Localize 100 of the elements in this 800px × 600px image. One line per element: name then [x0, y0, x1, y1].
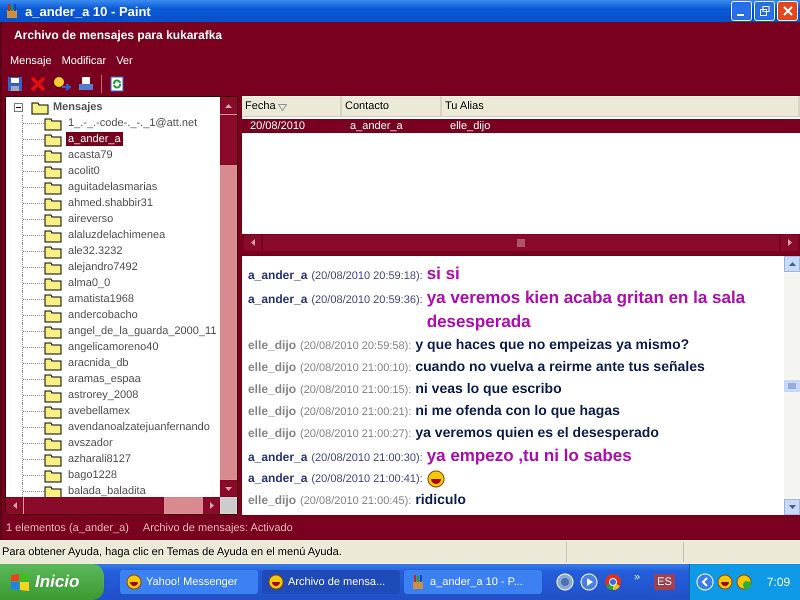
restore-button[interactable]	[754, 1, 775, 21]
table-cell-text: a_ander_a	[349, 120, 404, 132]
collapse-toggle[interactable]	[14, 102, 23, 112]
table-row[interactable]: 20/08/2010 a_ander_a elle_dijo	[242, 119, 800, 133]
scroll-thumb[interactable]	[220, 114, 237, 165]
minimize-icon	[737, 14, 744, 16]
chat-message: ni veas lo que escribo	[415, 379, 563, 398]
chat-sender: elle_dijo	[248, 425, 296, 442]
tree-item[interactable]: ahmed.shabbir31	[66, 196, 156, 210]
tree-item[interactable]: alma0_0	[66, 276, 112, 290]
scroll-right-button[interactable]	[781, 234, 798, 251]
column-header[interactable]: Fecha	[242, 96, 342, 116]
tree-item[interactable]: Mensajes	[53, 101, 103, 113]
horizontal-scrollbar[interactable]	[6, 497, 237, 514]
brushes-icon	[4, 3, 20, 19]
minimize-button[interactable]	[731, 1, 752, 21]
scroll-thumb[interactable]	[23, 497, 164, 514]
delete-icon[interactable]	[30, 76, 46, 92]
folder-icon	[44, 468, 62, 482]
tree-item[interactable]: avszador	[66, 436, 115, 450]
chat-timestamp: (20/08/2010 21:00:15):	[300, 383, 412, 398]
folder-icon	[44, 356, 62, 370]
right-arrow-icon	[788, 239, 792, 246]
taskbar-button[interactable]: Archivo de mensa...	[262, 570, 400, 594]
expand-tray-icon[interactable]	[696, 573, 714, 591]
chat-timestamp: (20/08/2010 21:00:21):	[300, 405, 412, 420]
menu-item[interactable]: Ver	[116, 55, 133, 72]
chat-sender: a_ander_a	[248, 267, 308, 284]
tree-item[interactable]: angelicamoreno40	[66, 340, 161, 354]
folder-icon	[44, 212, 62, 226]
tree-item[interactable]: bago1228	[66, 468, 119, 482]
tree-item[interactable]: aguitadelasmarias	[66, 180, 160, 194]
chat-timestamp: (20/08/2010 21:00:10):	[300, 361, 412, 376]
tree-item[interactable]: a_ander_a	[66, 132, 123, 146]
close-button[interactable]	[777, 1, 798, 21]
scroll-right-button[interactable]	[203, 497, 220, 514]
play-icon[interactable]	[580, 573, 598, 591]
tree-item[interactable]: azharali8127	[66, 452, 133, 466]
scroll-down-button[interactable]	[220, 480, 237, 497]
tree-item[interactable]: acasta79	[66, 148, 115, 162]
tree-item[interactable]: aramas_espaa	[66, 372, 143, 386]
chat-sender: a_ander_a	[248, 470, 308, 487]
table-cell-text: 20/08/2010	[249, 120, 306, 132]
menu-item[interactable]: Modificar	[62, 55, 106, 72]
vertical-scrollbar[interactable]	[220, 97, 237, 497]
tree-item[interactable]: alejandro7492	[66, 260, 140, 274]
language-indicator[interactable]: ES	[654, 574, 675, 590]
chat-message: si si	[426, 263, 461, 285]
tree-item[interactable]: avendanoalzatejuanfernando	[66, 420, 212, 434]
chat-message: ya empezo ,tu ni lo sabes	[426, 445, 633, 467]
taskbar-button[interactable]: Yahoo! Messenger	[120, 570, 258, 594]
tree-item[interactable]: avebellamex	[66, 404, 132, 418]
chat-message: ni me ofenda con lo que hagas	[415, 401, 621, 420]
scroll-up-button[interactable]	[784, 256, 800, 272]
chat-sender: elle_dijo	[248, 337, 296, 354]
tree-item[interactable]: andercobacho	[66, 308, 140, 322]
tree-item[interactable]: aracnida_db	[66, 356, 131, 370]
tree-item[interactable]: acolit0	[66, 164, 102, 178]
scroll-thumb[interactable]	[784, 380, 800, 392]
tree-item[interactable]: ale32.3232	[66, 244, 124, 258]
tree-item[interactable]: amatista1968	[66, 292, 136, 306]
folder-icon	[44, 196, 62, 210]
folder-icon	[44, 420, 62, 434]
brushes-icon	[410, 574, 426, 590]
menu-item[interactable]: Mensaje	[10, 55, 52, 72]
chat-sender: a_ander_a	[248, 291, 308, 308]
globe-icon[interactable]	[556, 573, 574, 591]
column-header[interactable]: Contacto	[342, 96, 442, 116]
chat-sender: a_ander_a	[248, 449, 308, 466]
scrollbar-corner	[220, 497, 237, 514]
tree-item[interactable]: 1_.-_.-code-._-._1@att.net	[66, 116, 200, 130]
folder-icon	[44, 292, 62, 306]
chat-sender: elle_dijo	[248, 403, 296, 420]
chat-timestamp: (20/08/2010 21:00:41):	[311, 472, 423, 487]
print-icon[interactable]	[78, 76, 94, 92]
tree-item[interactable]: alaluzdelachimenea	[66, 228, 168, 242]
contacts-icon[interactable]	[53, 76, 71, 92]
vertical-scrollbar[interactable]	[784, 256, 800, 515]
chat-message: ya veremos quien es el desesperado	[415, 423, 660, 442]
restore-icon	[760, 6, 770, 16]
tree-item[interactable]: astrorey_2008	[66, 388, 140, 402]
scroll-down-button[interactable]	[784, 499, 800, 515]
scroll-left-button[interactable]	[244, 234, 261, 251]
save-icon[interactable]	[7, 76, 23, 92]
chevron-button[interactable]: »	[634, 571, 640, 583]
tree-item[interactable]: aireverso	[66, 212, 116, 226]
chat-sender: elle_dijo	[248, 359, 296, 376]
folder-icon	[44, 116, 62, 130]
tree-item[interactable]: balada_baladita	[66, 484, 148, 497]
refresh-icon[interactable]	[109, 76, 125, 92]
column-header[interactable]: Tu Alias	[442, 96, 800, 116]
scroll-left-button[interactable]	[6, 497, 23, 514]
chat-sender: elle_dijo	[248, 492, 296, 509]
folder-icon	[44, 228, 62, 242]
tree-item[interactable]: angel_de_la_guarda_2000_11	[66, 324, 218, 338]
chat-message: y que haces que no empeizas ya mismo?	[415, 335, 690, 354]
scroll-up-button[interactable]	[220, 97, 237, 114]
taskbar-button[interactable]: a_ander_a 10 - P...	[404, 570, 542, 594]
windows-logo-icon	[10, 573, 30, 591]
table-cell-text: elle_dijo	[449, 120, 492, 132]
